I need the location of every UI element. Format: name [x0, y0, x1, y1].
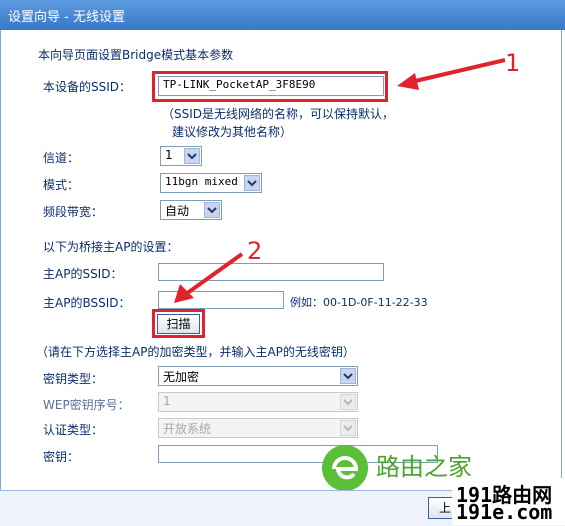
chevron-down-icon — [340, 368, 356, 384]
main-ap-ssid-label: 主AP的SSID： — [43, 267, 123, 281]
watermark-logo-icon — [322, 445, 368, 491]
bandwidth-label: 频段带宽： — [43, 205, 104, 219]
key-label: 密钥： — [43, 450, 80, 464]
chevron-down-icon — [184, 148, 200, 164]
encrypt-note: （请在下方选择主AP的加密类型，并输入主AP的无线密钥） — [36, 345, 355, 359]
ssid-note-line2: 建议修改为其他名称） — [172, 125, 293, 139]
mode-label: 模式： — [43, 178, 80, 192]
chevron-down-icon — [340, 394, 356, 410]
annotation-number-1: 1 — [505, 49, 521, 77]
intro-text: 本向导页面设置Bridge模式基本参数 — [38, 48, 234, 62]
channel-label: 信道： — [43, 151, 80, 165]
wep-index-label: WEP密钥序号： — [43, 398, 130, 412]
key-type-select[interactable]: 无加密 — [158, 366, 358, 386]
annotation-arrow-2 — [174, 252, 244, 303]
mode-select[interactable]: 11bgn mixed — [160, 173, 262, 193]
bssid-example: 例如：00-1D-0F-11-22-33 — [290, 296, 428, 309]
title-bar: 设置向导 - 无线设置 — [0, 0, 565, 30]
ssid-input[interactable]: TP-LINK_PocketAP_3F8E90 — [158, 76, 384, 96]
window-title: 设置向导 - 无线设置 — [8, 10, 125, 25]
ssid-note-line1: （SSID是无线网络的名称，可以保持默认， — [162, 107, 395, 121]
auth-type-label: 认证类型： — [43, 423, 104, 437]
auth-type-select[interactable]: 开放系统 — [158, 418, 358, 438]
bridge-section-heading: 以下为桥接主AP的设置： — [43, 240, 179, 254]
chevron-down-icon — [244, 175, 260, 191]
wep-index-select[interactable]: 1 — [158, 392, 358, 412]
main-ap-bssid-label: 主AP的BSSID： — [43, 296, 131, 310]
chevron-down-icon — [340, 420, 356, 436]
key-type-label: 密钥类型： — [43, 372, 104, 386]
watermark-site-url: 191e.com — [456, 500, 553, 524]
bandwidth-select[interactable]: 自动 — [160, 200, 222, 220]
channel-select[interactable]: 1 — [160, 146, 202, 166]
chevron-down-icon — [204, 202, 220, 218]
scan-button[interactable]: 扫描 — [157, 314, 200, 334]
annotation-arrow-1 — [397, 58, 506, 90]
annotation-number-2: 2 — [247, 237, 263, 265]
ssid-label: 本设备的SSID： — [43, 80, 132, 94]
watermark-text: 路由之家 — [376, 453, 472, 481]
